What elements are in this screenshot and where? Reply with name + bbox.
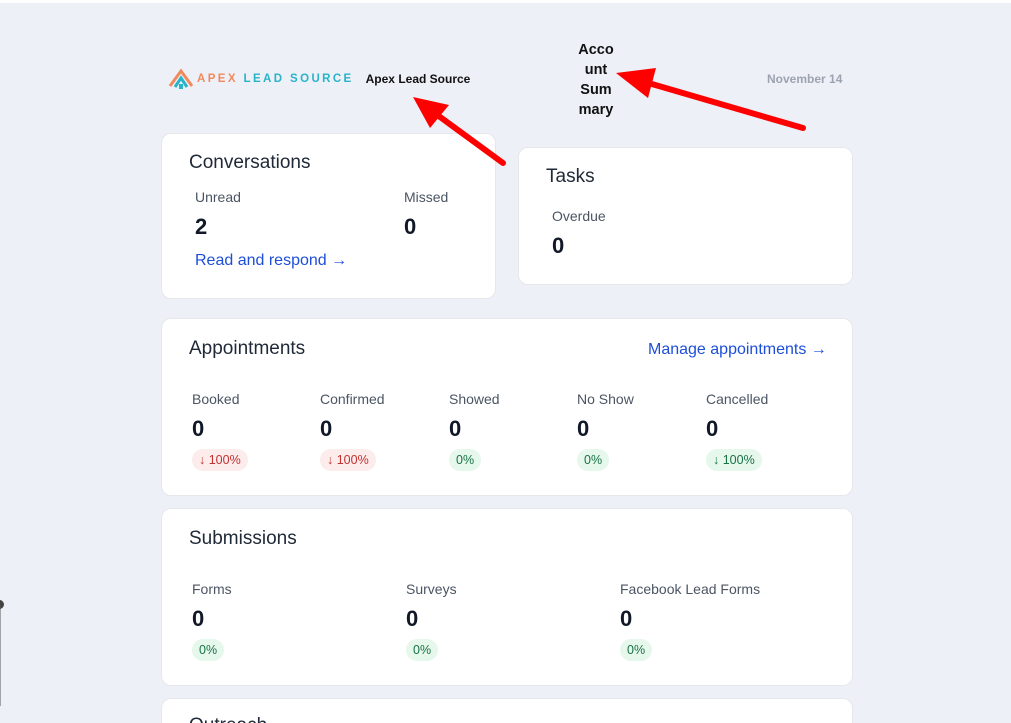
- no-show-label: No Show: [577, 391, 634, 407]
- appointments-card: Appointments Manage appointments → Booke…: [161, 318, 853, 496]
- appointments-title: Appointments: [189, 338, 306, 359]
- top-border: [0, 0, 1011, 3]
- cancelled-value: 0: [706, 416, 719, 441]
- cancelled-label: Cancelled: [706, 391, 769, 407]
- conversations-card: Conversations Unread 2 Missed 0 Read and…: [161, 133, 496, 299]
- forms-value: 0: [192, 606, 205, 631]
- tasks-card: Tasks Overdue 0: [518, 147, 853, 285]
- outreach-title: Outreach: [189, 715, 267, 723]
- booked-label: Booked: [192, 391, 240, 407]
- overdue-value: 0: [552, 233, 565, 258]
- brand-wordmark: APEX LEAD SOURCE: [197, 73, 354, 85]
- cancelled-change-badge: ↓ 100%: [706, 449, 762, 471]
- booked-value: 0: [192, 416, 205, 441]
- confirmed-value: 0: [320, 416, 333, 441]
- submissions-title: Submissions: [189, 528, 297, 549]
- facebook-lead-forms-change-badge: 0%: [620, 639, 653, 661]
- edge-line: [0, 606, 1, 706]
- page-title-line: mary: [578, 102, 614, 118]
- brand-wordmark-leadsource: LEAD SOURCE: [243, 73, 354, 85]
- surveys-label: Surveys: [406, 581, 457, 597]
- surveys-value: 0: [406, 606, 419, 631]
- read-and-respond-link[interactable]: Read and respond →: [195, 252, 347, 270]
- showed-label: Showed: [449, 391, 500, 407]
- unread-value: 2: [195, 214, 208, 239]
- tasks-title: Tasks: [546, 166, 595, 187]
- confirmed-change-badge: ↓ 100%: [320, 449, 376, 471]
- showed-change-badge: 0%: [449, 449, 482, 471]
- outreach-card: Outreach: [161, 698, 853, 723]
- facebook-lead-forms-value: 0: [620, 606, 633, 631]
- forms-label: Forms: [192, 581, 232, 597]
- page-title-line: Sum: [580, 82, 612, 98]
- brand: APEX LEAD SOURCE Apex Lead Source: [168, 66, 470, 92]
- booked-change-badge: ↓ 100%: [192, 449, 248, 471]
- page-title: Acco unt Sum mary: [566, 40, 626, 120]
- page-title-line: Acco: [578, 42, 614, 58]
- surveys-change-badge: 0%: [406, 639, 439, 661]
- facebook-lead-forms-label: Facebook Lead Forms: [620, 581, 761, 597]
- brand-wordmark-apex: APEX: [197, 73, 238, 85]
- page-title-line: unt: [584, 62, 608, 78]
- forms-change-badge: 0%: [192, 639, 225, 661]
- conversations-title: Conversations: [189, 152, 311, 173]
- no-show-change-badge: 0%: [577, 449, 610, 471]
- missed-value: 0: [404, 214, 417, 239]
- date-label: November 14: [767, 72, 843, 86]
- account-name: Apex Lead Source: [365, 72, 471, 86]
- showed-value: 0: [449, 416, 462, 441]
- manage-appointments-link[interactable]: Manage appointments →: [648, 341, 827, 359]
- submissions-card: Submissions Forms 0 0% Surveys 0 0% Face…: [161, 508, 853, 686]
- house-logo-icon: [168, 68, 194, 89]
- unread-label: Unread: [195, 189, 241, 205]
- missed-label: Missed: [404, 189, 449, 205]
- brand-logo[interactable]: APEX LEAD SOURCE: [168, 66, 354, 92]
- no-show-value: 0: [577, 416, 590, 441]
- confirmed-label: Confirmed: [320, 391, 385, 407]
- overdue-label: Overdue: [552, 208, 606, 224]
